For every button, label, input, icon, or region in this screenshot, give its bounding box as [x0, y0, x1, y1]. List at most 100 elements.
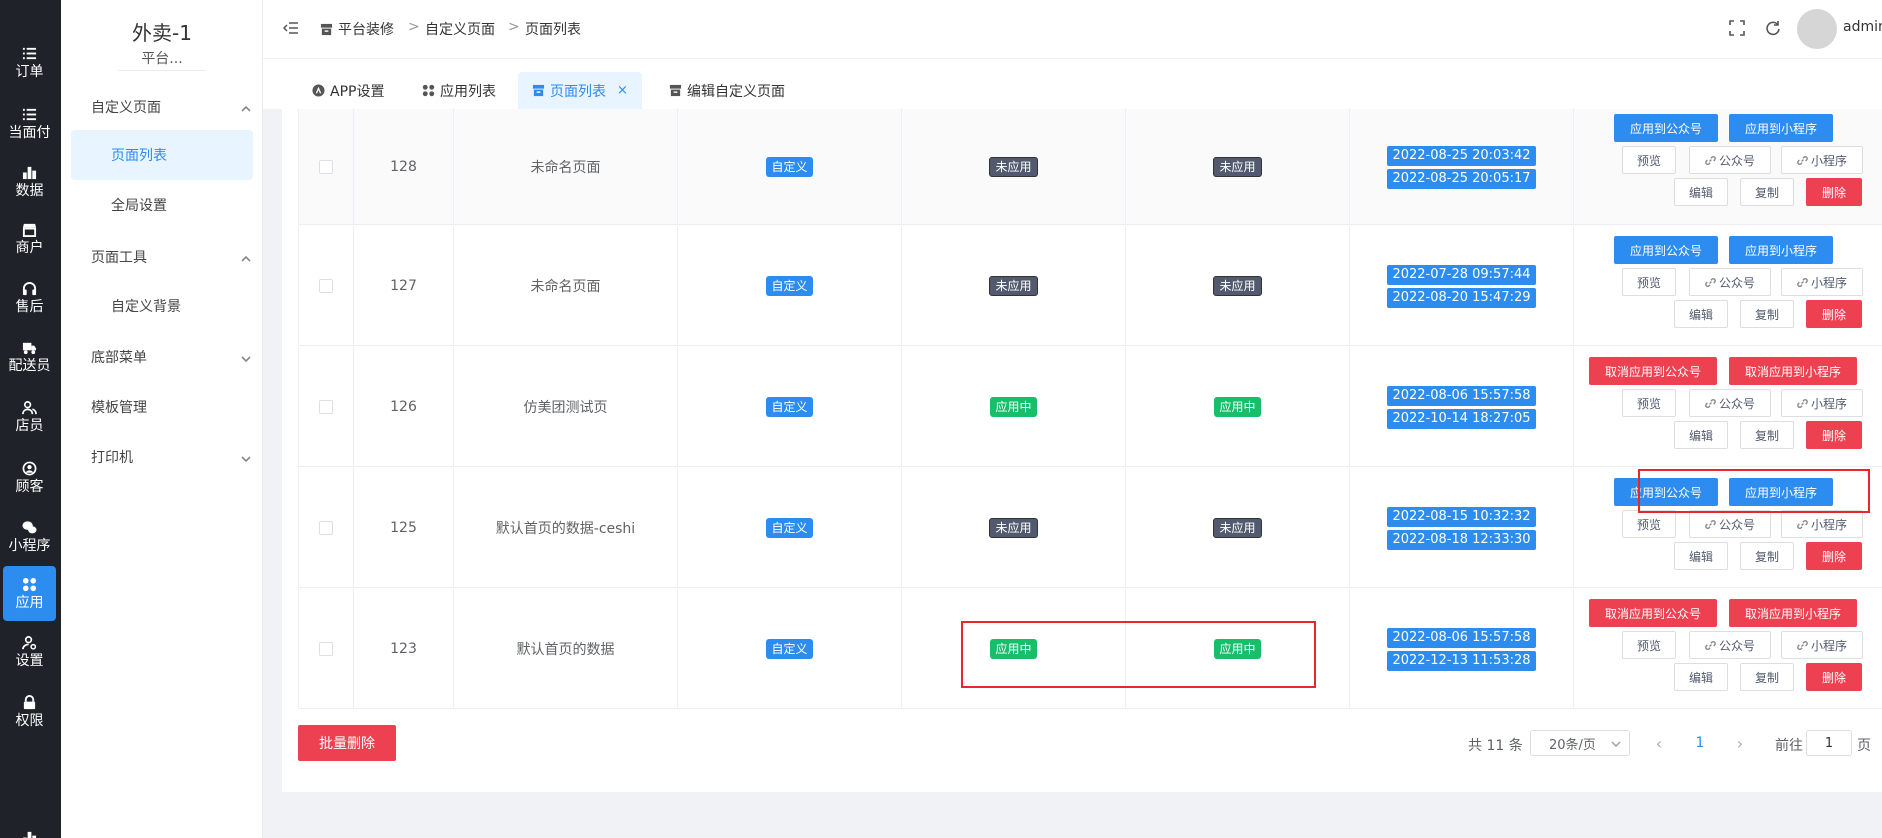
gzh-link-button[interactable]: 公众号 — [1689, 389, 1771, 417]
page-size-select[interactable]: 20条/页 — [1530, 730, 1630, 756]
mp-link-button[interactable]: 小程序 — [1781, 146, 1863, 174]
tab-2[interactable]: 页面列表 × — [518, 72, 642, 109]
apply-mp-button[interactable]: 应用到小程序 — [1729, 114, 1833, 142]
delete-button[interactable]: 删除 — [1806, 300, 1862, 328]
tab-1[interactable]: 应用列表 — [408, 72, 510, 109]
copy-button[interactable]: 复制 — [1740, 542, 1794, 570]
gzh-link-button[interactable]: 公众号 — [1689, 631, 1771, 659]
rail-item[interactable]: 店员 — [3, 389, 56, 444]
apply-gzh-button[interactable]: 应用到公众号 — [1614, 478, 1718, 506]
rail-item[interactable]: 数据 — [3, 154, 56, 209]
mp-status-tag: 未应用 — [1213, 518, 1262, 538]
updated-time-tag: 2022-08-25 20:05:17 — [1387, 168, 1536, 189]
copy-button[interactable]: 复制 — [1740, 421, 1794, 449]
preview-button[interactable]: 预览 — [1622, 146, 1676, 174]
edit-button[interactable]: 编辑 — [1674, 542, 1728, 570]
username[interactable]: admin — [1843, 19, 1882, 35]
tab-0[interactable]: APP设置 — [298, 72, 398, 109]
chevron-down-icon — [241, 452, 251, 463]
cancel-apply-mp-button[interactable]: 取消应用到小程序 — [1729, 357, 1857, 385]
gzh-status-cell: 应用中 — [902, 347, 1126, 467]
copy-button[interactable]: 复制 — [1740, 178, 1794, 206]
breadcrumb-separator: > — [508, 19, 520, 35]
preview-button[interactable]: 预览 — [1622, 389, 1676, 417]
preview-button[interactable]: 预览 — [1622, 268, 1676, 296]
row-checkbox[interactable] — [319, 160, 333, 174]
cancel-apply-gzh-button[interactable]: 取消应用到公众号 — [1589, 357, 1717, 385]
mp-link-button[interactable]: 小程序 — [1781, 389, 1863, 417]
top-header: 平台装修 > 自定义页面 > 页面列表 admin — [263, 0, 1882, 59]
list-icon — [21, 45, 39, 61]
apply-mp-button[interactable]: 应用到小程序 — [1729, 236, 1833, 264]
mp-link-button[interactable]: 小程序 — [1781, 510, 1863, 538]
current-page[interactable]: 1 — [1688, 730, 1712, 756]
nav-item-custom-background[interactable]: 自定义背景 — [71, 281, 253, 331]
cancel-apply-gzh-button[interactable]: 取消应用到公众号 — [1589, 599, 1717, 627]
prev-page-button[interactable]: ‹ — [1649, 730, 1669, 756]
mp-link-button[interactable]: 小程序 — [1781, 268, 1863, 296]
type-tag: 自定义 — [766, 157, 813, 177]
rail-item[interactable]: 售后 — [3, 270, 56, 325]
type-tag: 自定义 — [766, 397, 813, 417]
fullscreen-icon[interactable] — [1729, 20, 1745, 36]
nav-item-page-list[interactable]: 页面列表 — [71, 130, 253, 180]
copy-button[interactable]: 复制 — [1740, 663, 1794, 691]
refresh-icon[interactable] — [1765, 20, 1781, 36]
rail-item-more[interactable] — [3, 810, 56, 838]
apps-icon — [422, 84, 435, 97]
rail-item[interactable]: 小程序 — [3, 509, 56, 564]
rail-item[interactable]: 当面付 — [3, 96, 56, 151]
nav-group-printer[interactable]: 打印机 — [91, 447, 251, 467]
edit-button[interactable]: 编辑 — [1674, 421, 1728, 449]
button-label: 公众号 — [1718, 396, 1755, 411]
delete-button[interactable]: 删除 — [1806, 542, 1862, 570]
gzh-link-button[interactable]: 公众号 — [1689, 510, 1771, 538]
rail-item[interactable]: 应用 — [3, 566, 56, 621]
row-checkbox[interactable] — [319, 400, 333, 414]
breadcrumb-item-custom-page[interactable]: 自定义页面 — [425, 19, 495, 39]
apply-gzh-button[interactable]: 应用到公众号 — [1614, 114, 1718, 142]
nav-group-template-management[interactable]: 模板管理 — [91, 397, 251, 417]
edit-button[interactable]: 编辑 — [1674, 178, 1728, 206]
goto-suffix: 页 — [1857, 738, 1871, 754]
cancel-apply-mp-button[interactable]: 取消应用到小程序 — [1729, 599, 1857, 627]
close-icon[interactable]: × — [617, 83, 628, 98]
delete-button[interactable]: 删除 — [1806, 421, 1862, 449]
avatar[interactable] — [1797, 9, 1837, 49]
breadcrumb-item-platform-decor[interactable]: 平台装修 — [320, 19, 394, 39]
gzh-status-tag: 应用中 — [990, 397, 1037, 417]
rail-item[interactable]: 商户 — [3, 211, 56, 266]
mp-link-button[interactable]: 小程序 — [1781, 631, 1863, 659]
apply-mp-button[interactable]: 应用到小程序 — [1729, 478, 1833, 506]
rail-item[interactable]: 订单 — [3, 35, 56, 90]
rail-item[interactable]: 配送员 — [3, 329, 56, 384]
rail-item[interactable]: 设置 — [3, 624, 56, 679]
next-page-button[interactable]: › — [1730, 730, 1750, 756]
row-checkbox[interactable] — [319, 642, 333, 656]
copy-button[interactable]: 复制 — [1740, 300, 1794, 328]
row-checkbox[interactable] — [319, 521, 333, 535]
edit-button[interactable]: 编辑 — [1674, 300, 1728, 328]
batch-delete-button[interactable]: 批量删除 — [298, 725, 396, 761]
nav-group-page-tools[interactable]: 页面工具 — [91, 247, 251, 267]
preview-button[interactable]: 预览 — [1622, 510, 1676, 538]
rail-item[interactable]: 权限 — [3, 684, 56, 739]
table-row: 127 未命名页面 自定义 未应用 未应用 2022-07-28 09:57:4… — [298, 226, 1882, 346]
collapse-menu-icon[interactable] — [282, 20, 299, 36]
gzh-link-button[interactable]: 公众号 — [1689, 146, 1771, 174]
nav-group-bottom-menu[interactable]: 底部菜单 — [91, 347, 251, 367]
breadcrumb-label: 平台装修 — [338, 22, 394, 38]
preview-button[interactable]: 预览 — [1622, 631, 1676, 659]
apply-gzh-button[interactable]: 应用到公众号 — [1614, 236, 1718, 264]
tab-3[interactable]: 编辑自定义页面 — [655, 72, 799, 109]
button-label: 小程序 — [1810, 153, 1847, 168]
edit-button[interactable]: 编辑 — [1674, 663, 1728, 691]
rail-item[interactable]: 顾客 — [3, 450, 56, 505]
goto-page-input[interactable] — [1806, 730, 1852, 756]
gzh-link-button[interactable]: 公众号 — [1689, 268, 1771, 296]
delete-button[interactable]: 删除 — [1806, 663, 1862, 691]
nav-item-global-settings[interactable]: 全局设置 — [71, 180, 253, 230]
delete-button[interactable]: 删除 — [1806, 178, 1862, 206]
nav-group-custom-page[interactable]: 自定义页面 — [91, 97, 251, 117]
row-checkbox[interactable] — [319, 279, 333, 293]
